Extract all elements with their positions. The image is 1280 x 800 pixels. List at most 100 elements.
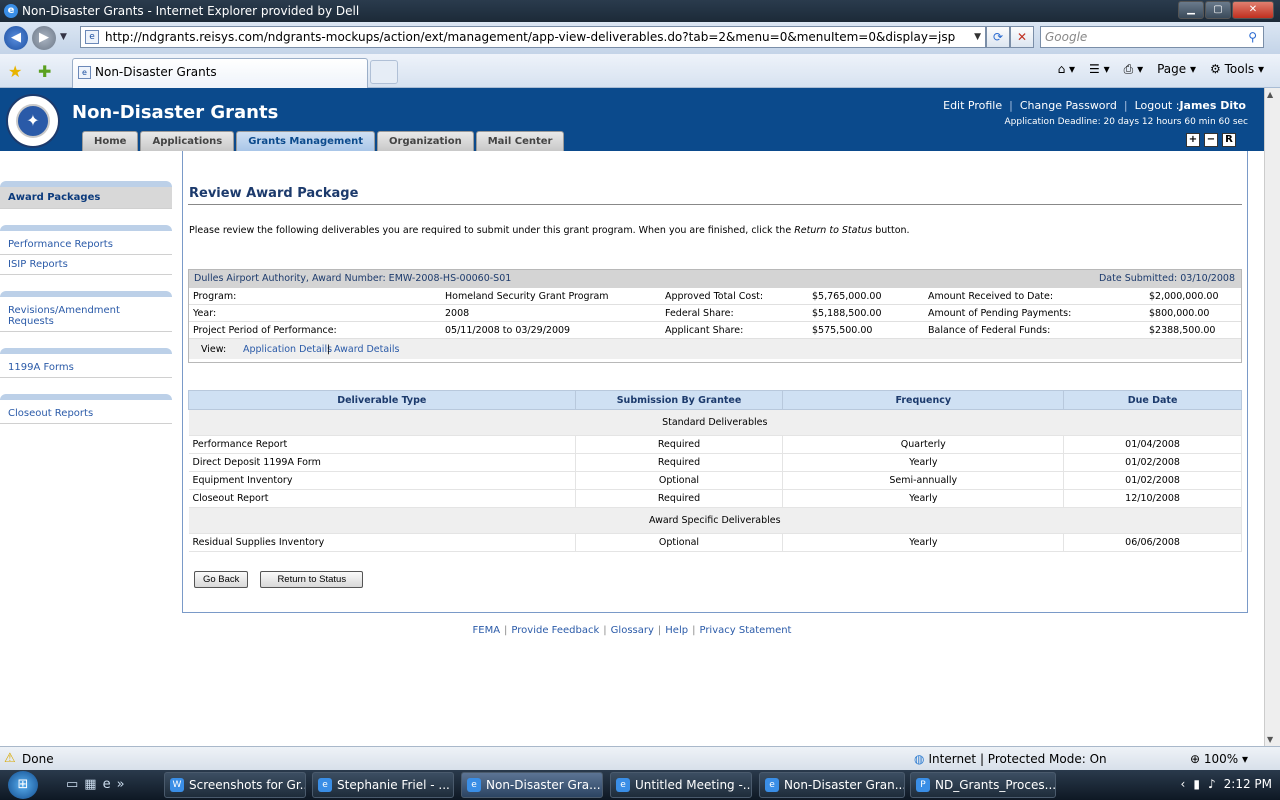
- decrease-text-button[interactable]: −: [1204, 133, 1218, 147]
- award-label: Applicant Share:: [665, 325, 744, 336]
- taskbar-item[interactable]: W Screenshots for Gr...: [164, 772, 306, 798]
- separator: |: [692, 625, 696, 636]
- user-name: James Dito: [1179, 99, 1246, 112]
- edit-profile-link[interactable]: Edit Profile: [943, 99, 1002, 112]
- due-date: 12/10/2008: [1063, 489, 1242, 508]
- sidebar-group: Revisions/Amendment Requests: [0, 291, 172, 332]
- system-tray: ‹ ▮ ♪ 2:12 PM: [1181, 777, 1272, 791]
- back-button[interactable]: ◀: [4, 26, 28, 50]
- application-details-link[interactable]: Application Details: [243, 344, 332, 355]
- zoom-level[interactable]: ⊕ 100% ▾: [1190, 752, 1248, 766]
- stop-button[interactable]: ✕: [1010, 26, 1034, 48]
- award-value: $2388,500.00: [1149, 325, 1216, 336]
- refresh-button[interactable]: ⟳: [986, 26, 1010, 48]
- text-size-controls: + − R: [1186, 133, 1236, 147]
- favorites-star-icon[interactable]: ★: [8, 62, 22, 81]
- search-input[interactable]: Google ⚲: [1040, 26, 1264, 48]
- ie-logo-icon: e: [4, 4, 18, 18]
- home-icon[interactable]: ⌂ ▾: [1058, 62, 1075, 77]
- clock[interactable]: 2:12 PM: [1224, 777, 1272, 791]
- increase-text-button[interactable]: +: [1186, 133, 1200, 147]
- sidebar-item-isip-reports[interactable]: ISIP Reports: [0, 255, 172, 275]
- due-date: 01/04/2008: [1063, 435, 1242, 454]
- forward-button[interactable]: ▶: [32, 26, 56, 50]
- change-password-link[interactable]: Change Password: [1020, 99, 1117, 112]
- logout-link[interactable]: Logout :: [1135, 99, 1180, 112]
- feeds-icon[interactable]: ☰ ▾: [1089, 62, 1110, 77]
- column-header[interactable]: Deliverable Type: [188, 390, 576, 410]
- scroll-down-arrow-icon[interactable]: ▼: [1267, 735, 1273, 744]
- print-icon[interactable]: ⎙ ▾: [1124, 62, 1143, 77]
- security-zone[interactable]: ◍ Internet | Protected Mode: On: [914, 752, 1107, 766]
- add-favorites-icon[interactable]: ✚: [38, 62, 51, 81]
- switch-windows-icon[interactable]: ▦: [84, 777, 96, 792]
- minimize-button[interactable]: ▁: [1178, 1, 1204, 19]
- footer-link-help[interactable]: Help: [665, 625, 688, 636]
- return-to-status-button[interactable]: Return to Status: [260, 571, 364, 588]
- browser-tabs-row: ★ ✚ e Non-Disaster Grants ⌂ ▾ ☰ ▾ ⎙ ▾ Pa…: [0, 54, 1280, 88]
- scroll-up-arrow-icon[interactable]: ▲: [1267, 90, 1273, 99]
- url-input[interactable]: e http://ndgrants.reisys.com/ndgrants-mo…: [80, 26, 986, 48]
- ie-icon: e: [318, 778, 332, 792]
- tab-applications[interactable]: Applications: [140, 131, 235, 151]
- browser-tab-active[interactable]: e Non-Disaster Grants: [72, 58, 368, 88]
- sidebar-item-revisions[interactable]: Revisions/Amendment Requests: [0, 301, 172, 332]
- column-header[interactable]: Frequency: [782, 390, 1065, 410]
- page-icon: e: [85, 30, 99, 44]
- tab-mail-center[interactable]: Mail Center: [475, 131, 565, 151]
- maximize-button[interactable]: ▢: [1205, 1, 1231, 19]
- footer-link-glossary[interactable]: Glossary: [611, 625, 654, 636]
- award-details-link[interactable]: Award Details: [334, 344, 399, 355]
- sidebar-group-header: [0, 225, 172, 231]
- taskbar-item[interactable]: e Untitled Meeting -...: [610, 772, 752, 798]
- deliverable-type: Direct Deposit 1199A Form: [188, 453, 576, 472]
- table-row: Direct Deposit 1199A Form Required Yearl…: [188, 453, 1242, 472]
- top-links: Edit Profile | Change Password | Logout …: [943, 99, 1246, 112]
- command-bar: ⌂ ▾ ☰ ▾ ⎙ ▾ Page ▾ ⚙ Tools ▾: [1058, 62, 1264, 77]
- footer-link-privacy[interactable]: Privacy Statement: [699, 625, 791, 636]
- table-row: Residual Supplies Inventory Optional Yea…: [188, 533, 1242, 552]
- reset-text-button[interactable]: R: [1222, 133, 1236, 147]
- footer-link-fema[interactable]: FEMA: [473, 625, 501, 636]
- award-row: Program: Homeland Security Grant Program…: [189, 288, 1241, 305]
- taskbar-item[interactable]: P ND_Grants_Proces...: [910, 772, 1056, 798]
- column-header[interactable]: Due Date: [1063, 390, 1242, 410]
- page-menu[interactable]: Page ▾: [1157, 62, 1196, 77]
- network-icon[interactable]: ▮: [1193, 777, 1200, 791]
- sidebar-item-1199a-forms[interactable]: 1199A Forms: [0, 358, 172, 378]
- vertical-scrollbar[interactable]: ▲ ▼: [1264, 88, 1280, 746]
- sidebar-group: Award Packages: [0, 181, 172, 209]
- history-dropdown-icon[interactable]: ▼: [60, 32, 67, 42]
- tab-organization[interactable]: Organization: [377, 131, 474, 151]
- close-window-button[interactable]: ✕: [1232, 1, 1274, 19]
- new-tab-button[interactable]: [370, 60, 398, 84]
- sidebar-item-award-packages[interactable]: Award Packages: [0, 187, 172, 209]
- ie-quick-launch-icon[interactable]: e: [103, 777, 111, 792]
- column-header[interactable]: Submission By Grantee: [574, 390, 784, 410]
- quick-launch-more-icon[interactable]: »: [117, 777, 125, 792]
- zoom-value: 100%: [1203, 752, 1239, 766]
- sidebar-item-performance-reports[interactable]: Performance Reports: [0, 235, 172, 255]
- tab-grants-management[interactable]: Grants Management: [236, 131, 376, 151]
- taskbar-item[interactable]: e Non-Disaster Gra...: [461, 772, 603, 798]
- start-button[interactable]: ⊞: [8, 771, 38, 799]
- submission-status: Required: [575, 489, 784, 508]
- tab-home[interactable]: Home: [82, 131, 139, 151]
- footer-link-feedback[interactable]: Provide Feedback: [511, 625, 599, 636]
- tools-menu[interactable]: ⚙ Tools ▾: [1210, 62, 1264, 77]
- show-desktop-icon[interactable]: ▭: [66, 777, 78, 792]
- sidebar-item-closeout-reports[interactable]: Closeout Reports: [0, 404, 172, 424]
- tray-expand-icon[interactable]: ‹: [1181, 777, 1186, 791]
- go-back-button[interactable]: Go Back: [194, 571, 249, 588]
- intro-text-emphasis: Return to Status: [794, 225, 873, 236]
- url-dropdown-icon[interactable]: ▼: [974, 27, 981, 47]
- volume-icon[interactable]: ♪: [1208, 777, 1216, 791]
- separator: |: [657, 625, 662, 636]
- view-label: View:: [201, 344, 227, 355]
- award-label: Amount of Pending Payments:: [928, 308, 1072, 319]
- taskbar-item[interactable]: e Stephanie Friel - ...: [312, 772, 454, 798]
- award-label: Balance of Federal Funds:: [928, 325, 1051, 336]
- taskbar-item[interactable]: e Non-Disaster Gran...: [759, 772, 905, 798]
- search-icon[interactable]: ⚲: [1248, 27, 1257, 47]
- due-date: 01/02/2008: [1063, 453, 1242, 472]
